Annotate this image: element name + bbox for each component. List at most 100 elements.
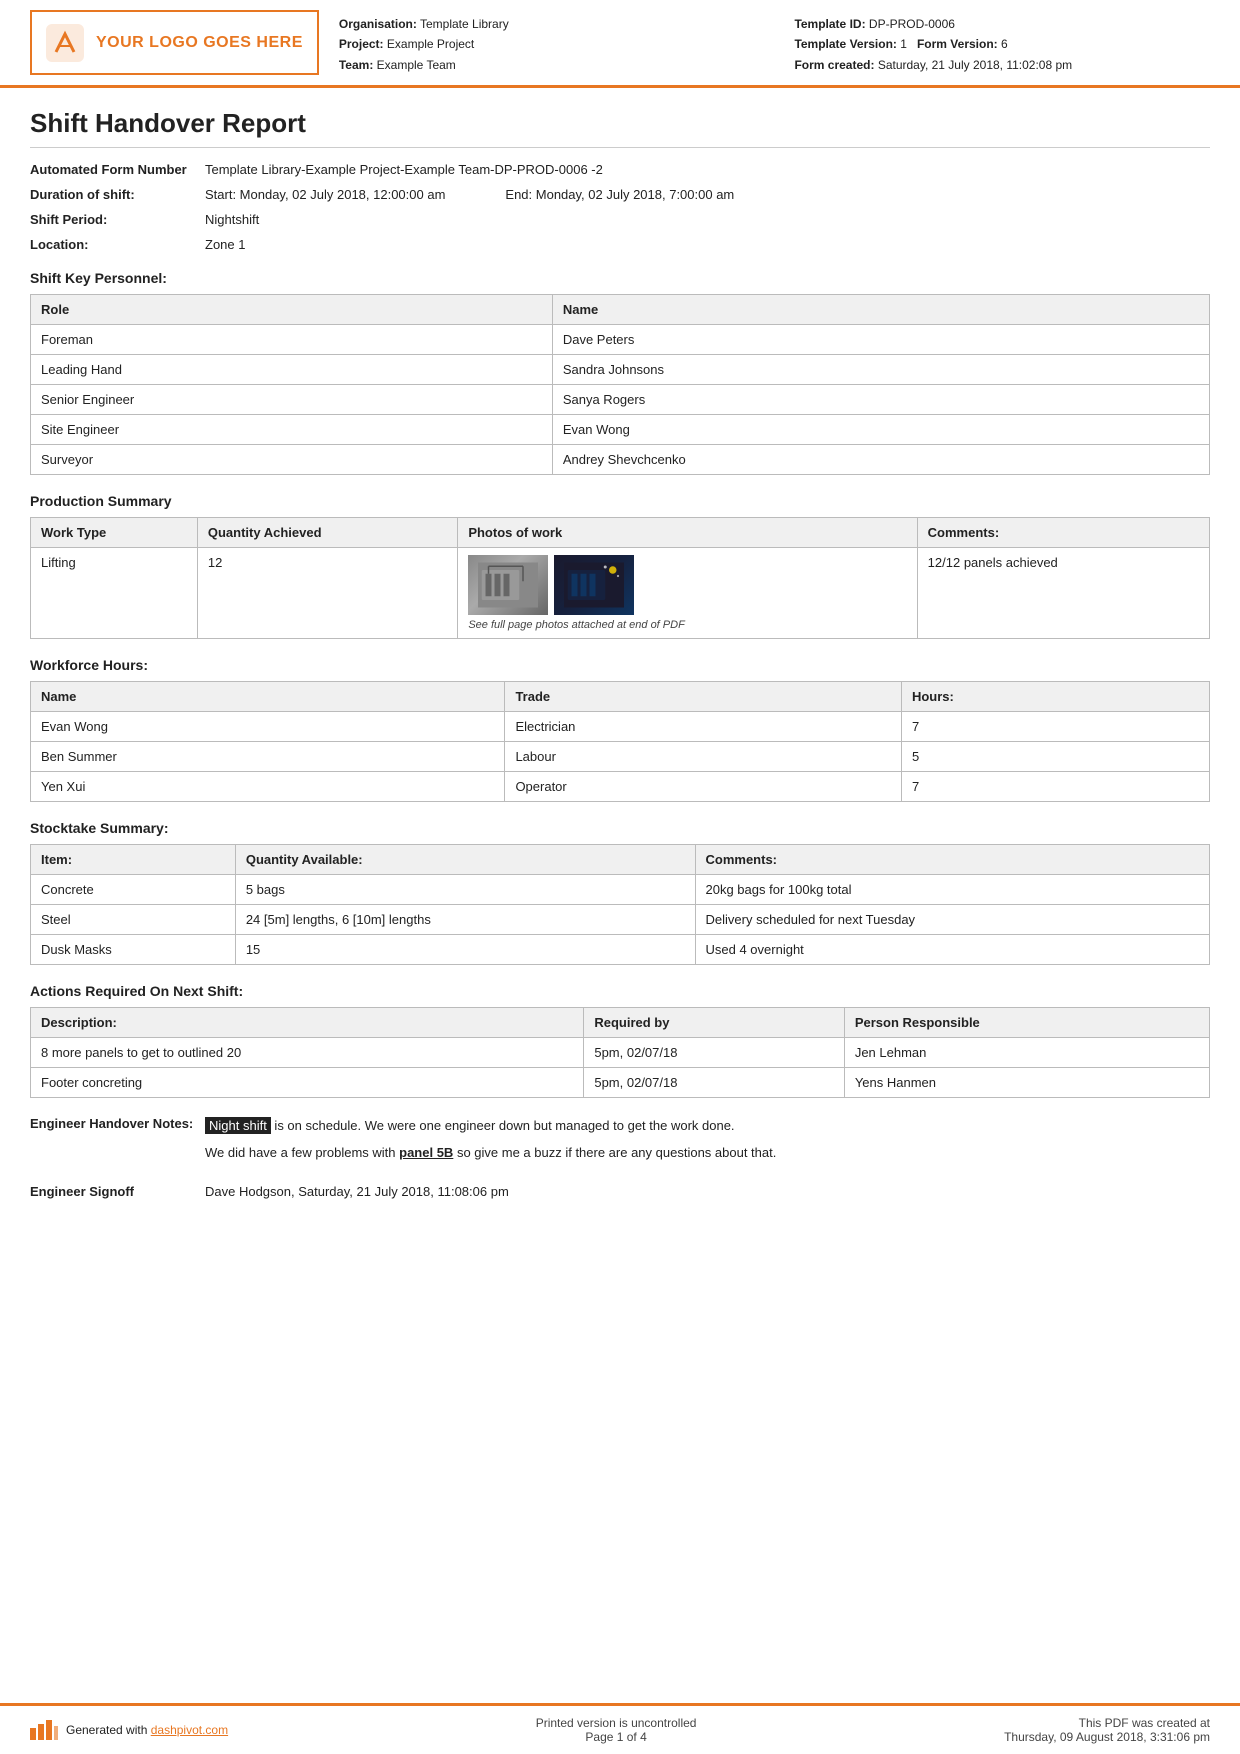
workforce-name: Evan Wong [31, 712, 505, 742]
stocktake-quantity: 24 [5m] lengths, 6 [10m] lengths [235, 905, 695, 935]
personnel-role: Surveyor [31, 445, 553, 475]
stocktake-comments: Used 4 overnight [695, 935, 1210, 965]
photo-caption: See full page photos attached at end of … [468, 619, 906, 631]
table-row: Steel24 [5m] lengths, 6 [10m] lengthsDel… [31, 905, 1210, 935]
logo-icon [46, 24, 84, 62]
engineer-note2: We did have a few problems with panel 5B… [205, 1143, 1210, 1164]
actions-col-required-by: Required by [584, 1008, 844, 1038]
personnel-role: Site Engineer [31, 415, 553, 445]
workforce-trade: Labour [505, 742, 902, 772]
stocktake-comments: Delivery scheduled for next Tuesday [695, 905, 1210, 935]
personnel-col-role: Role [31, 295, 553, 325]
production-table: Work Type Quantity Achieved Photos of wo… [30, 517, 1210, 639]
production-work-type: Lifting [31, 548, 198, 639]
workforce-table: Name Trade Hours: Evan WongElectrician7B… [30, 681, 1210, 802]
engineer-signoff-value: Dave Hodgson, Saturday, 21 July 2018, 11… [205, 1184, 1210, 1199]
personnel-name: Sanya Rogers [552, 385, 1209, 415]
personnel-name: Evan Wong [552, 415, 1209, 445]
header-meta-left: Organisation: Template Library Project: … [339, 14, 755, 75]
photo-thumb-day [468, 555, 548, 615]
personnel-role: Leading Hand [31, 355, 553, 385]
action-required-by: 5pm, 02/07/18 [584, 1038, 844, 1068]
photo-thumb-night [554, 555, 634, 615]
footer-dashpivot-link[interactable]: dashpivot.com [151, 1723, 228, 1737]
stocktake-table: Item: Quantity Available: Comments: Conc… [30, 844, 1210, 965]
workforce-name: Ben Summer [31, 742, 505, 772]
action-person: Jen Lehman [844, 1038, 1209, 1068]
footer-pdf-created-label: This PDF was created at [1004, 1716, 1210, 1730]
personnel-section-title: Shift Key Personnel: [30, 270, 1210, 286]
table-row: Dusk Masks15Used 4 overnight [31, 935, 1210, 965]
logo-text: YOUR LOGO GOES HERE [96, 34, 303, 52]
table-row: Lifting 12 [31, 548, 1210, 639]
footer-generated-text: Generated with dashpivot.com [66, 1723, 228, 1737]
personnel-role: Foreman [31, 325, 553, 355]
duration-start: Start: Monday, 02 July 2018, 12:00:00 am [205, 187, 445, 202]
report-title: Shift Handover Report [30, 108, 1210, 148]
production-comments: 12/12 panels achieved [917, 548, 1209, 639]
location-row: Location: Zone 1 [30, 237, 1210, 252]
duration-end: End: Monday, 02 July 2018, 7:00:00 am [505, 187, 734, 202]
template-id-line: Template ID: DP-PROD-0006 [794, 14, 1210, 34]
form-number-value: Template Library-Example Project-Example… [205, 162, 1210, 177]
personnel-table: Role Name ForemanDave PetersLeading Hand… [30, 294, 1210, 475]
workforce-hours: 7 [901, 712, 1209, 742]
workforce-section-title: Workforce Hours: [30, 657, 1210, 673]
table-row: Footer concreting5pm, 02/07/18Yens Hanme… [31, 1068, 1210, 1098]
personnel-role: Senior Engineer [31, 385, 553, 415]
table-row: Senior EngineerSanya Rogers [31, 385, 1210, 415]
table-row: ForemanDave Peters [31, 325, 1210, 355]
production-quantity: 12 [197, 548, 457, 639]
shift-period-label: Shift Period: [30, 212, 205, 227]
workforce-col-trade: Trade [505, 682, 902, 712]
location-value: Zone 1 [205, 237, 1210, 252]
stocktake-section-title: Stocktake Summary: [30, 820, 1210, 836]
header-meta: Organisation: Template Library Project: … [339, 10, 1210, 75]
action-required-by: 5pm, 02/07/18 [584, 1068, 844, 1098]
highlight-night-shift: Night shift [205, 1117, 271, 1134]
stocktake-comments: 20kg bags for 100kg total [695, 875, 1210, 905]
engineer-handover-section: Engineer Handover Notes: Night shift is … [30, 1116, 1210, 1170]
team-line: Team: Example Team [339, 55, 755, 75]
template-version-line: Template Version: 1 Form Version: 6 [794, 34, 1210, 54]
table-row: SurveyorAndrey Shevchcenko [31, 445, 1210, 475]
table-row: Ben SummerLabour5 [31, 742, 1210, 772]
production-col-work-type: Work Type [31, 518, 198, 548]
footer-logo-icon [30, 1720, 58, 1740]
table-row: Site EngineerEvan Wong [31, 415, 1210, 445]
header-meta-right: Template ID: DP-PROD-0006 Template Versi… [794, 14, 1210, 75]
workforce-hours: 7 [901, 772, 1209, 802]
personnel-name: Sandra Johnsons [552, 355, 1209, 385]
table-row: Leading HandSandra Johnsons [31, 355, 1210, 385]
engineer-signoff-row: Engineer Signoff Dave Hodgson, Saturday,… [30, 1184, 1210, 1199]
footer-page: Page 1 of 4 [536, 1730, 697, 1744]
production-photos: See full page photos attached at end of … [458, 548, 917, 639]
footer: Generated with dashpivot.com Printed ver… [0, 1703, 1240, 1754]
panel-link: panel 5B [399, 1145, 453, 1160]
footer-pdf-created-value: Thursday, 09 August 2018, 3:31:06 pm [1004, 1730, 1210, 1744]
stocktake-quantity: 5 bags [235, 875, 695, 905]
production-col-quantity: Quantity Achieved [197, 518, 457, 548]
action-person: Yens Hanmen [844, 1068, 1209, 1098]
stocktake-item: Concrete [31, 875, 236, 905]
shift-period-row: Shift Period: Nightshift [30, 212, 1210, 227]
form-number-label: Automated Form Number [30, 162, 205, 177]
main-content: Shift Handover Report Automated Form Num… [0, 88, 1240, 1703]
workforce-trade: Operator [505, 772, 902, 802]
personnel-name: Andrey Shevchcenko [552, 445, 1209, 475]
table-row: Evan WongElectrician7 [31, 712, 1210, 742]
table-row: Concrete5 bags20kg bags for 100kg total [31, 875, 1210, 905]
actions-table: Description: Required by Person Responsi… [30, 1007, 1210, 1098]
production-col-photos: Photos of work [458, 518, 917, 548]
duration-row: Duration of shift: Start: Monday, 02 Jul… [30, 187, 1210, 202]
stocktake-col-item: Item: [31, 845, 236, 875]
workforce-trade: Electrician [505, 712, 902, 742]
table-row: Yen XuiOperator7 [31, 772, 1210, 802]
logo-area: YOUR LOGO GOES HERE [30, 10, 319, 75]
stocktake-quantity: 15 [235, 935, 695, 965]
form-created-line: Form created: Saturday, 21 July 2018, 11… [794, 55, 1210, 75]
shift-period-value: Nightshift [205, 212, 1210, 227]
action-description: Footer concreting [31, 1068, 584, 1098]
workforce-name: Yen Xui [31, 772, 505, 802]
project-line: Project: Example Project [339, 34, 755, 54]
